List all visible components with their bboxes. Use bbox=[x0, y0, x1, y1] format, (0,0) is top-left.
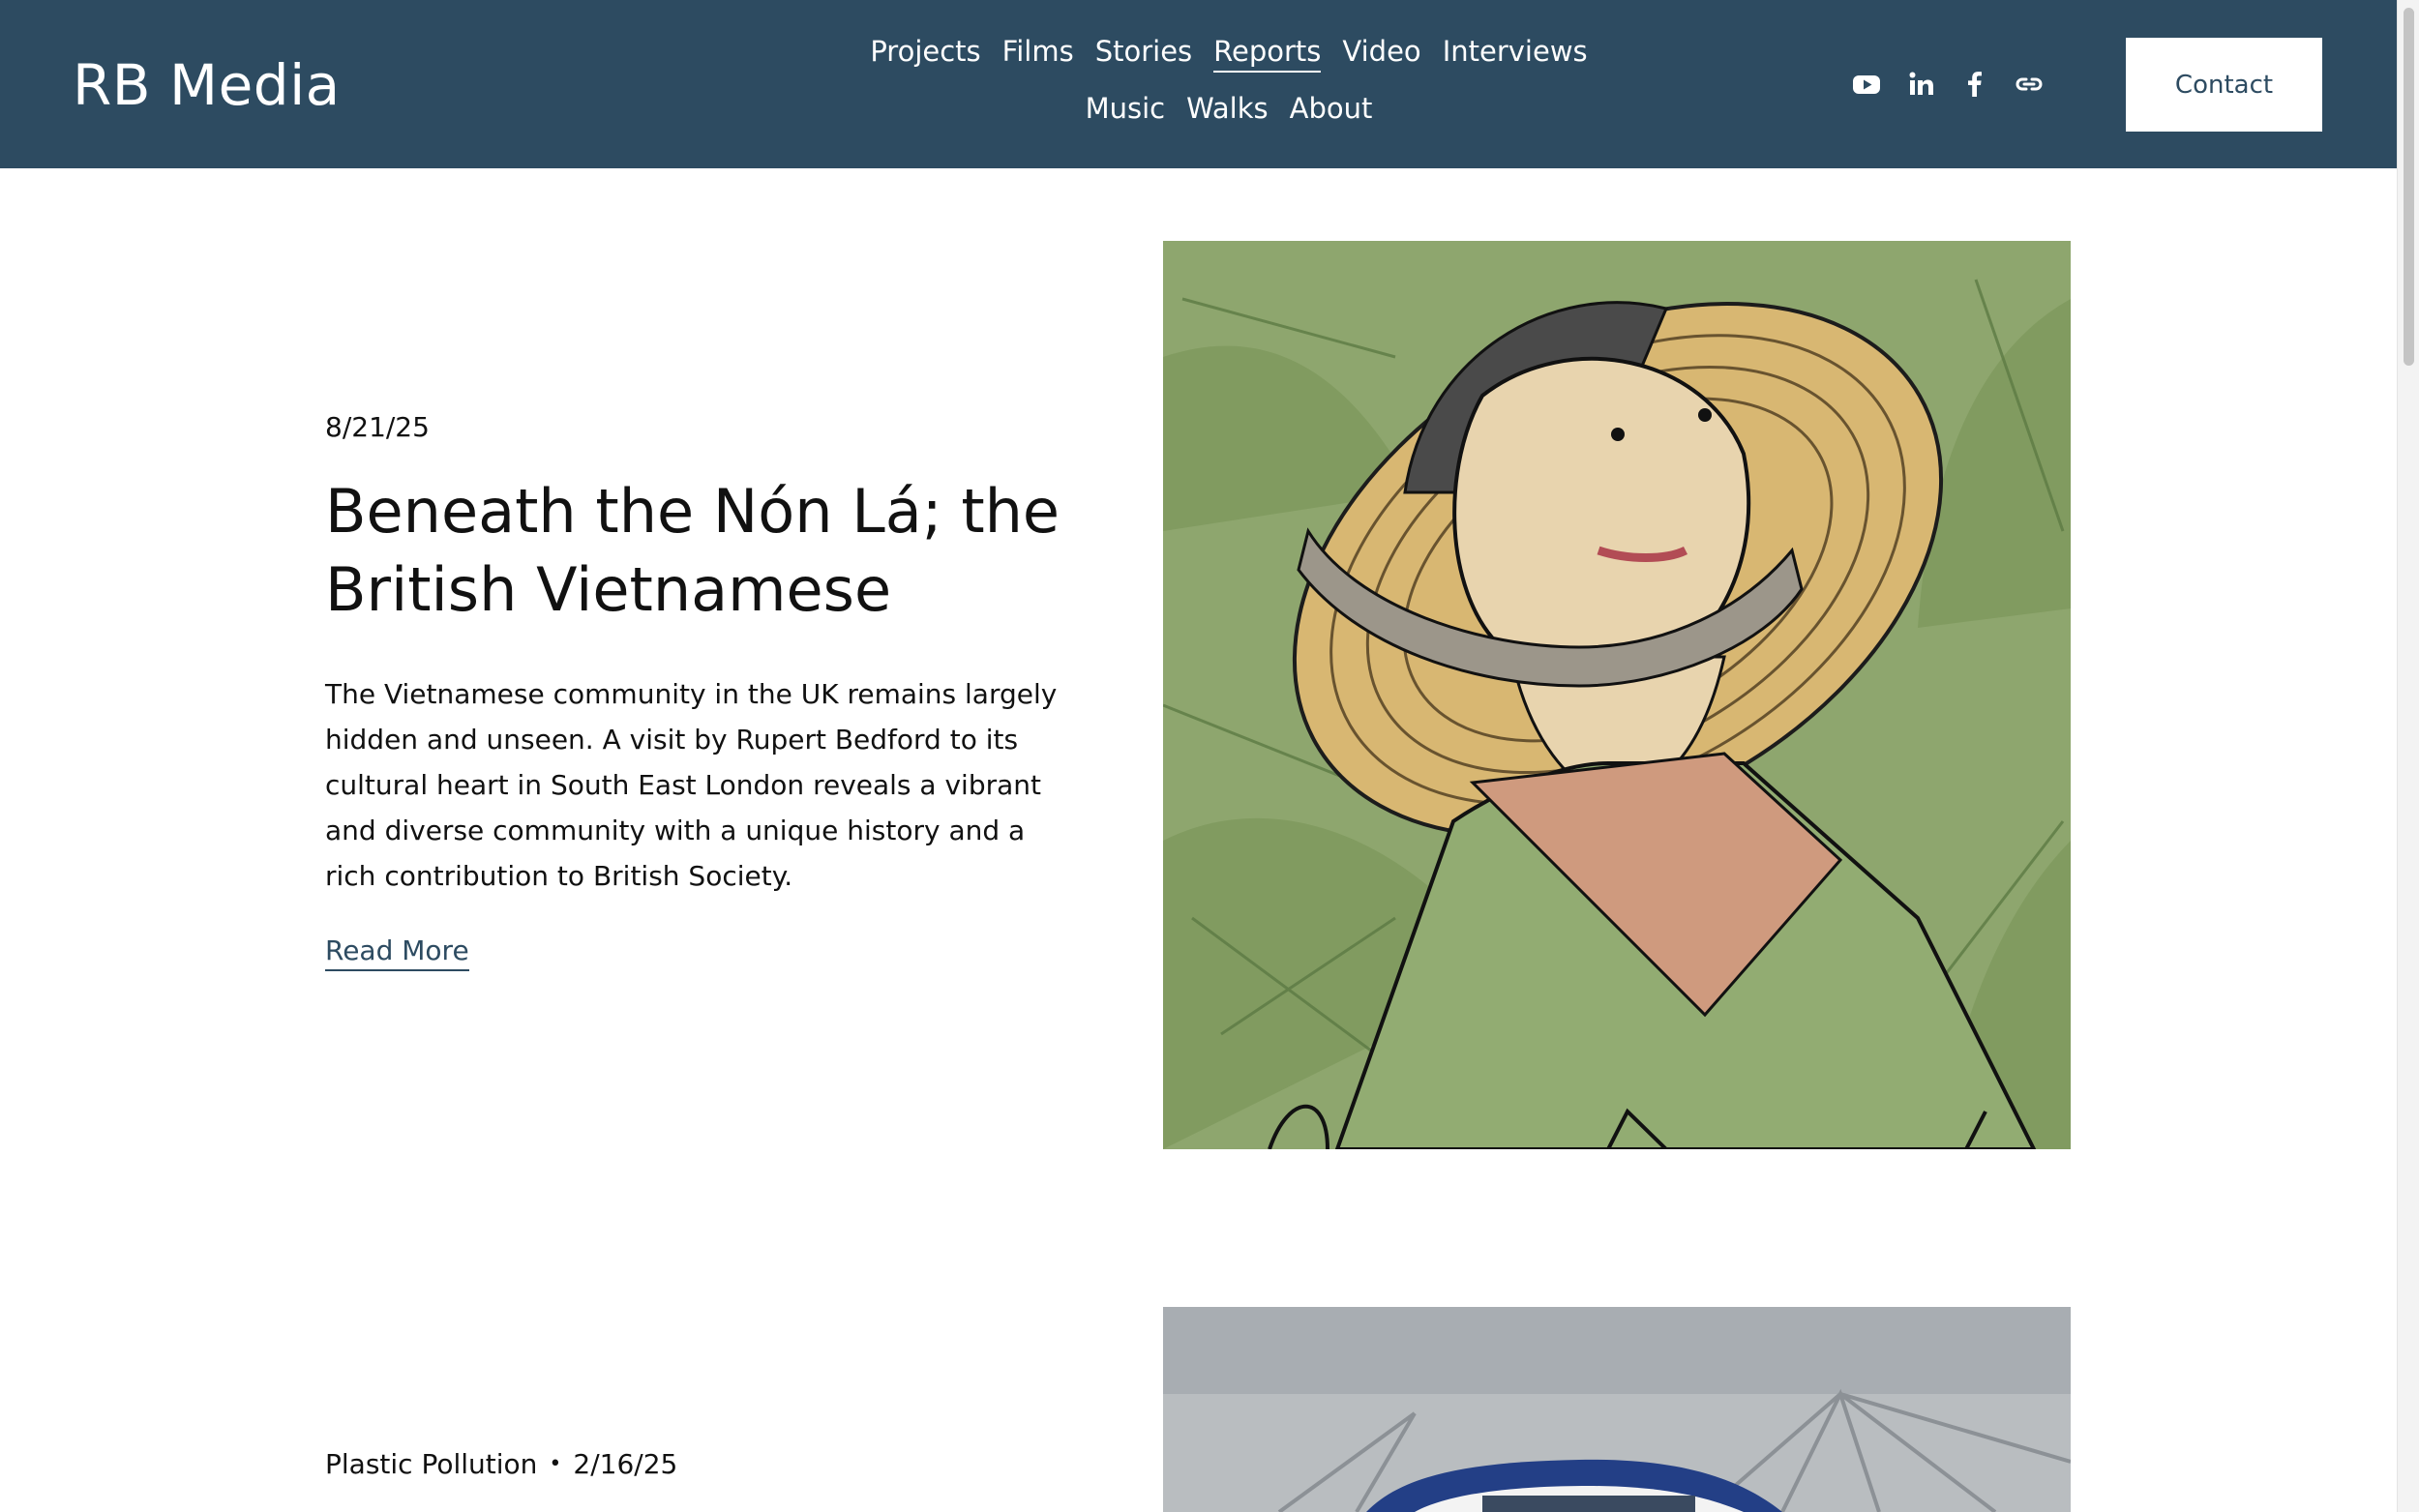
facebook-icon[interactable] bbox=[1958, 68, 1991, 101]
read-more-link[interactable]: Read More bbox=[325, 934, 469, 971]
nav-row-2: Music Walks About bbox=[1086, 92, 1373, 130]
nav-item-interviews[interactable]: Interviews bbox=[1443, 35, 1588, 73]
link-icon[interactable] bbox=[2013, 68, 2046, 101]
nav-item-music[interactable]: Music bbox=[1086, 92, 1166, 130]
nav-item-projects[interactable]: Projects bbox=[870, 35, 980, 73]
nav-item-walks[interactable]: Walks bbox=[1186, 92, 1269, 130]
nav-row-1: Projects Films Stories Reports Video Int… bbox=[870, 35, 1588, 73]
page: RB Media Projects Films Stories Reports … bbox=[0, 0, 2419, 1512]
post-meta: Plastic Pollution • 2/16/25 bbox=[325, 1448, 677, 1480]
site-logo[interactable]: RB Media bbox=[73, 52, 341, 118]
social-links bbox=[1850, 68, 2046, 101]
meta-separator: • bbox=[549, 1452, 562, 1476]
nav-item-reports[interactable]: Reports bbox=[1213, 35, 1322, 73]
post-excerpt: The Vietnamese community in the UK remai… bbox=[325, 678, 1058, 892]
contact-button[interactable]: Contact bbox=[2126, 38, 2322, 132]
post-date: 2/16/25 bbox=[573, 1448, 678, 1480]
post-image[interactable] bbox=[1163, 241, 2071, 1149]
site-header: RB Media Projects Films Stories Reports … bbox=[0, 0, 2397, 168]
scrollbar-thumb[interactable] bbox=[2404, 8, 2414, 366]
nav-item-films[interactable]: Films bbox=[1002, 35, 1074, 73]
post-date: 8/21/25 bbox=[325, 411, 430, 443]
nav-item-stories[interactable]: Stories bbox=[1095, 35, 1192, 73]
post-image[interactable] bbox=[1163, 1307, 2071, 1512]
linkedin-icon[interactable] bbox=[1904, 68, 1937, 101]
post-title[interactable]: Beneath the Nón Lá; the British Vietname… bbox=[325, 472, 1099, 629]
nav-item-video[interactable]: Video bbox=[1342, 35, 1420, 73]
main-nav: Projects Films Stories Reports Video Int… bbox=[842, 35, 1616, 130]
post-category[interactable]: Plastic Pollution bbox=[325, 1448, 537, 1480]
nav-item-about[interactable]: About bbox=[1290, 92, 1373, 130]
youtube-icon[interactable] bbox=[1850, 68, 1883, 101]
scrollbar[interactable] bbox=[2397, 0, 2419, 1512]
